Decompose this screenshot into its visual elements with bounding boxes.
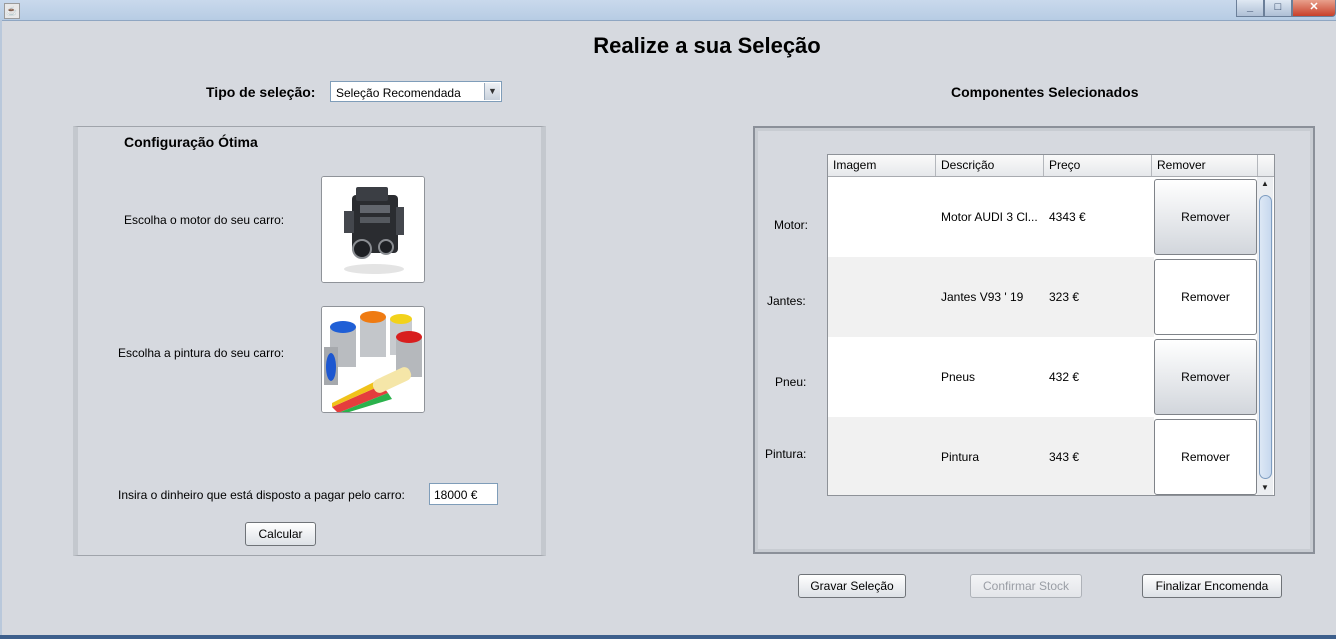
optimal-config-title: Configuração Ótima (124, 134, 258, 150)
table-row[interactable]: Pintura 343 € (828, 417, 1154, 495)
engine-image-button[interactable] (321, 176, 425, 283)
window-titlebar: ☕ _ □ ✕ (0, 0, 1336, 21)
row-label-pintura: Pintura: (765, 447, 807, 461)
engine-label: Escolha o motor do seu carro: (124, 213, 285, 227)
table-scrollbar[interactable]: ▲ ▼ (1257, 177, 1273, 495)
table-header: Imagem Descrição Preço Remover (828, 155, 1274, 177)
remove-pneu-button[interactable]: Remover (1154, 339, 1257, 415)
paint-cans-icon (322, 307, 424, 412)
save-selection-button[interactable]: Gravar Seleção (798, 574, 906, 598)
window-controls: _ □ ✕ (1236, 0, 1336, 18)
page-title: Realize a sua Seleção (593, 33, 821, 58)
selection-type-label: Tipo de seleção: (206, 84, 316, 100)
engine-icon (322, 177, 424, 282)
table-row[interactable]: Pneus 432 € (828, 337, 1154, 417)
table-row[interactable]: Motor AUDI 3 Cl... 4343 € (828, 177, 1154, 257)
remove-jantes-button[interactable]: Remover (1154, 259, 1257, 335)
row-description: Jantes V93 ' 19 (941, 290, 1024, 304)
column-header-remove[interactable]: Remover (1152, 155, 1258, 176)
paint-image-button[interactable] (321, 306, 425, 413)
remove-motor-button[interactable]: Remover (1154, 179, 1257, 255)
scroll-down-icon[interactable]: ▼ (1257, 481, 1273, 495)
remove-pintura-button[interactable]: Remover (1154, 419, 1257, 495)
column-header-image[interactable]: Imagem (828, 155, 936, 176)
row-price: 432 € (1049, 370, 1080, 384)
money-label: Insira o dinheiro que está disposto a pa… (118, 488, 405, 502)
selection-type-dropdown[interactable]: Seleção Recomendada ▼ (330, 81, 502, 102)
paint-label: Escolha a pintura do seu carro: (118, 346, 285, 360)
column-header-description[interactable]: Descrição (936, 155, 1044, 176)
close-icon[interactable]: ✕ (1292, 0, 1336, 17)
column-header-price[interactable]: Preço (1044, 155, 1152, 176)
confirm-stock-button[interactable]: Confirmar Stock (970, 574, 1082, 598)
row-price: 323 € (1049, 290, 1080, 304)
chevron-down-icon[interactable]: ▼ (484, 83, 500, 100)
window-frame-bottom (0, 635, 1336, 639)
components-table: Imagem Descrição Preço Remover Motor AUD… (827, 154, 1275, 496)
row-description: Motor AUDI 3 Cl... (941, 210, 1038, 224)
minimize-icon[interactable]: _ (1236, 0, 1264, 17)
row-description: Pneus (941, 370, 976, 384)
row-price: 343 € (1049, 450, 1080, 464)
table-row[interactable]: Jantes V93 ' 19 323 € (828, 257, 1154, 337)
finish-order-button[interactable]: Finalizar Encomenda (1142, 574, 1282, 598)
row-label-motor: Motor: (774, 218, 809, 232)
scroll-up-icon[interactable]: ▲ (1257, 177, 1273, 191)
maximize-icon[interactable]: □ (1264, 0, 1292, 17)
row-label-jantes: Jantes: (767, 294, 806, 308)
java-icon: ☕ (4, 3, 20, 19)
calculate-button[interactable]: Calcular (245, 522, 316, 546)
selection-type-value: Seleção Recomendada (336, 86, 461, 100)
window-frame-left (0, 20, 2, 639)
row-description: Pintura (941, 450, 980, 464)
row-price: 4343 € (1049, 210, 1086, 224)
money-input[interactable]: 18000 € (429, 483, 498, 505)
row-label-pneu: Pneu: (775, 375, 807, 389)
scrollbar-thumb[interactable] (1259, 195, 1272, 479)
components-title: Componentes Selecionados (951, 84, 1139, 100)
